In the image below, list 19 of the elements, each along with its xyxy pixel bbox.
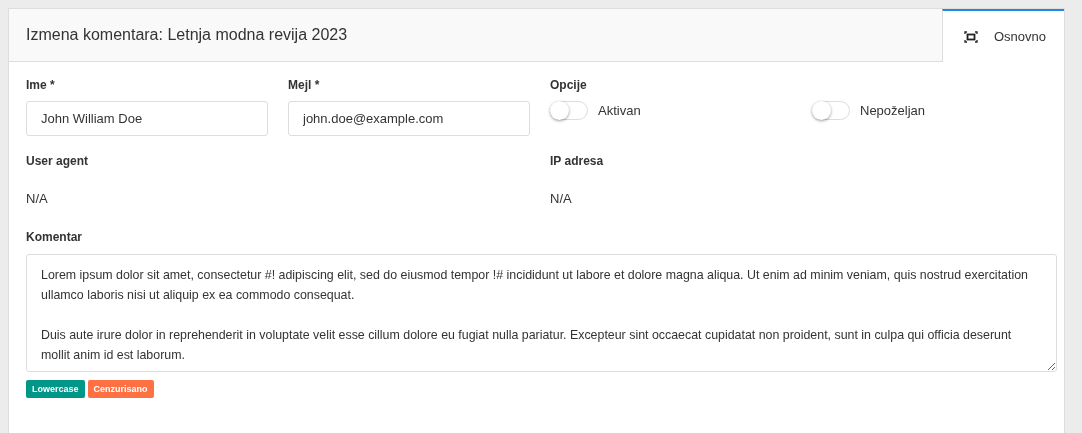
- frame-icon: [963, 30, 978, 43]
- toggle-label: Nepoželjan: [860, 103, 926, 118]
- field-label: Ime *: [26, 78, 56, 92]
- field-label: Opcije: [550, 78, 588, 92]
- field-label: IP adresa: [550, 154, 605, 168]
- page-title: Izmena komentara: Letnja modna revija 2023: [25, 25, 349, 45]
- comment-textarea[interactable]: Lorem ipsum dolor sit amet, consectetur #! adipiscing elit, sed do eiusmod tempor !# incididunt ut labore et dolore magna aliqua. Ut enim ad minim veniam, quis nostrud exercitation ullamco laboris nisi ut aliquip ex ea commodo consequat. Duis aute irure dolor in reprehenderit in voluptate velit esse cillum dolore eu fugiat nulla pariatur. Excepteur sint occaecat cupidatat non proident, sunt in culpa qui officia deserunt mollit anim id est laborum.: [26, 254, 1057, 372]
- field-label: Komentar: [26, 230, 83, 244]
- field-value: N/A: [26, 191, 49, 206]
- field-label: Mejl *: [288, 78, 321, 92]
- input-field[interactable]: john.doe@example.com: [288, 101, 530, 136]
- toggle-label: Aktivan: [598, 103, 641, 118]
- toggle-switch[interactable]: [550, 101, 588, 120]
- toggle-switch[interactable]: [812, 101, 850, 120]
- field-value: N/A: [550, 191, 573, 206]
- tag-button[interactable]: Lowercase: [26, 380, 85, 398]
- tab[interactable]: Osnovno: [941, 9, 1064, 62]
- field-label: User agent: [26, 154, 90, 168]
- input-field[interactable]: John William Doe: [26, 101, 268, 136]
